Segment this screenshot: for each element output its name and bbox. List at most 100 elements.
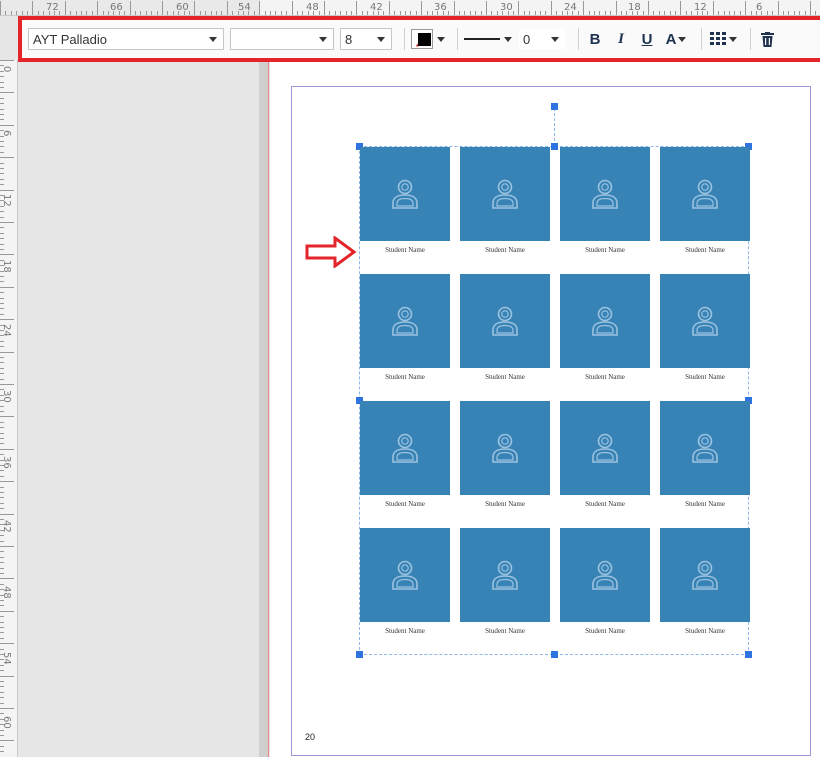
photo-placeholder[interactable]	[460, 401, 550, 495]
line-width-select[interactable]: 0	[518, 28, 566, 50]
student-name-caption: Student Name	[485, 500, 525, 508]
student-name-caption: Student Name	[685, 500, 725, 508]
photo-cell[interactable]: Student Name	[660, 528, 750, 635]
student-name-caption: Student Name	[485, 373, 525, 381]
photo-cell[interactable]: Student Name	[460, 147, 550, 254]
bold-button[interactable]: B	[585, 28, 605, 50]
photo-cell[interactable]: Student Name	[360, 401, 450, 508]
underline-label: U	[641, 30, 653, 48]
editor-root: 72 66 60 54 48 42 36 30 24 18 12 6 0 6 1…	[0, 0, 820, 757]
ruler-label: 36	[434, 2, 447, 13]
person-icon	[392, 433, 418, 463]
rotate-handle[interactable]	[551, 103, 558, 110]
top-ruler: 72 66 60 54 48 42 36 30 24 18 12 6	[0, 0, 820, 16]
color-swatch-icon	[411, 29, 433, 49]
photo-cell[interactable]: Student Name	[560, 147, 650, 254]
resize-handle-s[interactable]	[551, 651, 558, 658]
photo-cell[interactable]: Student Name	[460, 401, 550, 508]
person-icon	[492, 433, 518, 463]
ruler-label: 66	[110, 2, 123, 13]
photo-placeholder[interactable]	[360, 147, 450, 241]
font-family-select[interactable]: AYT Palladio	[28, 28, 224, 50]
photo-cell[interactable]: Student Name	[360, 147, 450, 254]
photo-cell[interactable]: Student Name	[360, 528, 450, 635]
person-icon	[692, 433, 718, 463]
person-icon	[692, 306, 718, 336]
photo-cell[interactable]: Student Name	[560, 528, 650, 635]
font-size-value: 8	[345, 31, 353, 47]
photo-placeholder[interactable]	[660, 147, 750, 241]
ruler-label: 24	[564, 2, 577, 13]
student-name-caption: Student Name	[685, 627, 725, 635]
photo-placeholder[interactable]	[660, 528, 750, 622]
photo-placeholder[interactable]	[560, 274, 650, 368]
font-size-select[interactable]: 8	[340, 28, 392, 50]
underline-button[interactable]: U	[637, 28, 657, 50]
student-name-caption: Student Name	[685, 373, 725, 381]
photo-placeholder[interactable]	[660, 274, 750, 368]
rotation-guide	[554, 108, 555, 146]
line-width-value: 0	[523, 31, 531, 47]
photo-placeholder[interactable]	[460, 274, 550, 368]
photo-cell[interactable]: Student Name	[560, 274, 650, 381]
font-family-value: AYT Palladio	[33, 31, 107, 47]
photo-placeholder[interactable]	[460, 528, 550, 622]
grid-icon	[709, 32, 726, 45]
photo-cell[interactable]: Student Name	[560, 401, 650, 508]
person-icon	[492, 306, 518, 336]
photo-cell[interactable]: Student Name	[360, 274, 450, 381]
photo-placeholder[interactable]	[660, 401, 750, 495]
ruler-label: 36	[1, 456, 12, 469]
photo-placeholder[interactable]	[360, 401, 450, 495]
ruler-label: 18	[628, 2, 641, 13]
text-color-button[interactable]: A	[663, 28, 689, 50]
resize-handle-n[interactable]	[551, 143, 558, 150]
photo-placeholder[interactable]	[560, 401, 650, 495]
line-style-button[interactable]	[464, 28, 512, 50]
photo-cell[interactable]: Student Name	[660, 401, 750, 508]
delete-button[interactable]	[757, 28, 777, 50]
pasteboard	[19, 62, 259, 757]
student-name-caption: Student Name	[585, 500, 625, 508]
student-name-caption: Student Name	[585, 246, 625, 254]
photo-cell[interactable]: Student Name	[460, 274, 550, 381]
person-icon	[392, 560, 418, 590]
chevron-down-icon	[319, 36, 327, 42]
person-icon	[592, 306, 618, 336]
chevron-down-icon	[504, 36, 512, 42]
ruler-label: 42	[1, 520, 12, 533]
photo-placeholder[interactable]	[360, 528, 450, 622]
text-format-toolbar: AYT Palladio 8 0 B I U A	[18, 16, 820, 62]
italic-button[interactable]: I	[611, 28, 631, 50]
trash-icon	[760, 31, 774, 47]
resize-handle-sw[interactable]	[356, 651, 363, 658]
photo-placeholder[interactable]	[460, 147, 550, 241]
grid-button[interactable]	[708, 28, 738, 50]
person-icon	[392, 179, 418, 209]
person-icon	[492, 560, 518, 590]
person-icon	[692, 560, 718, 590]
italic-label: I	[618, 30, 624, 47]
photo-placeholder[interactable]	[360, 274, 450, 368]
photo-cell[interactable]: Student Name	[460, 528, 550, 635]
person-icon	[492, 179, 518, 209]
bold-label: B	[589, 30, 601, 48]
font-style-select[interactable]	[230, 28, 334, 50]
page-number: 20	[305, 732, 316, 742]
fill-color-button[interactable]	[411, 28, 445, 50]
student-name-caption: Student Name	[385, 500, 425, 508]
student-name-caption: Student Name	[385, 627, 425, 635]
person-icon	[592, 433, 618, 463]
left-ruler: 0 6 12 18 24 30 36 42 48 54 60	[0, 60, 18, 757]
person-icon	[592, 179, 618, 209]
photo-cell[interactable]: Student Name	[660, 147, 750, 254]
person-icon	[392, 306, 418, 336]
chevron-down-icon	[678, 36, 687, 42]
person-icon	[592, 560, 618, 590]
resize-handle-se[interactable]	[745, 651, 752, 658]
photo-placeholder[interactable]	[560, 528, 650, 622]
chevron-down-icon	[209, 36, 217, 42]
photo-placeholder[interactable]	[560, 147, 650, 241]
photo-cell[interactable]: Student Name	[660, 274, 750, 381]
ruler-label: 48	[1, 586, 12, 599]
